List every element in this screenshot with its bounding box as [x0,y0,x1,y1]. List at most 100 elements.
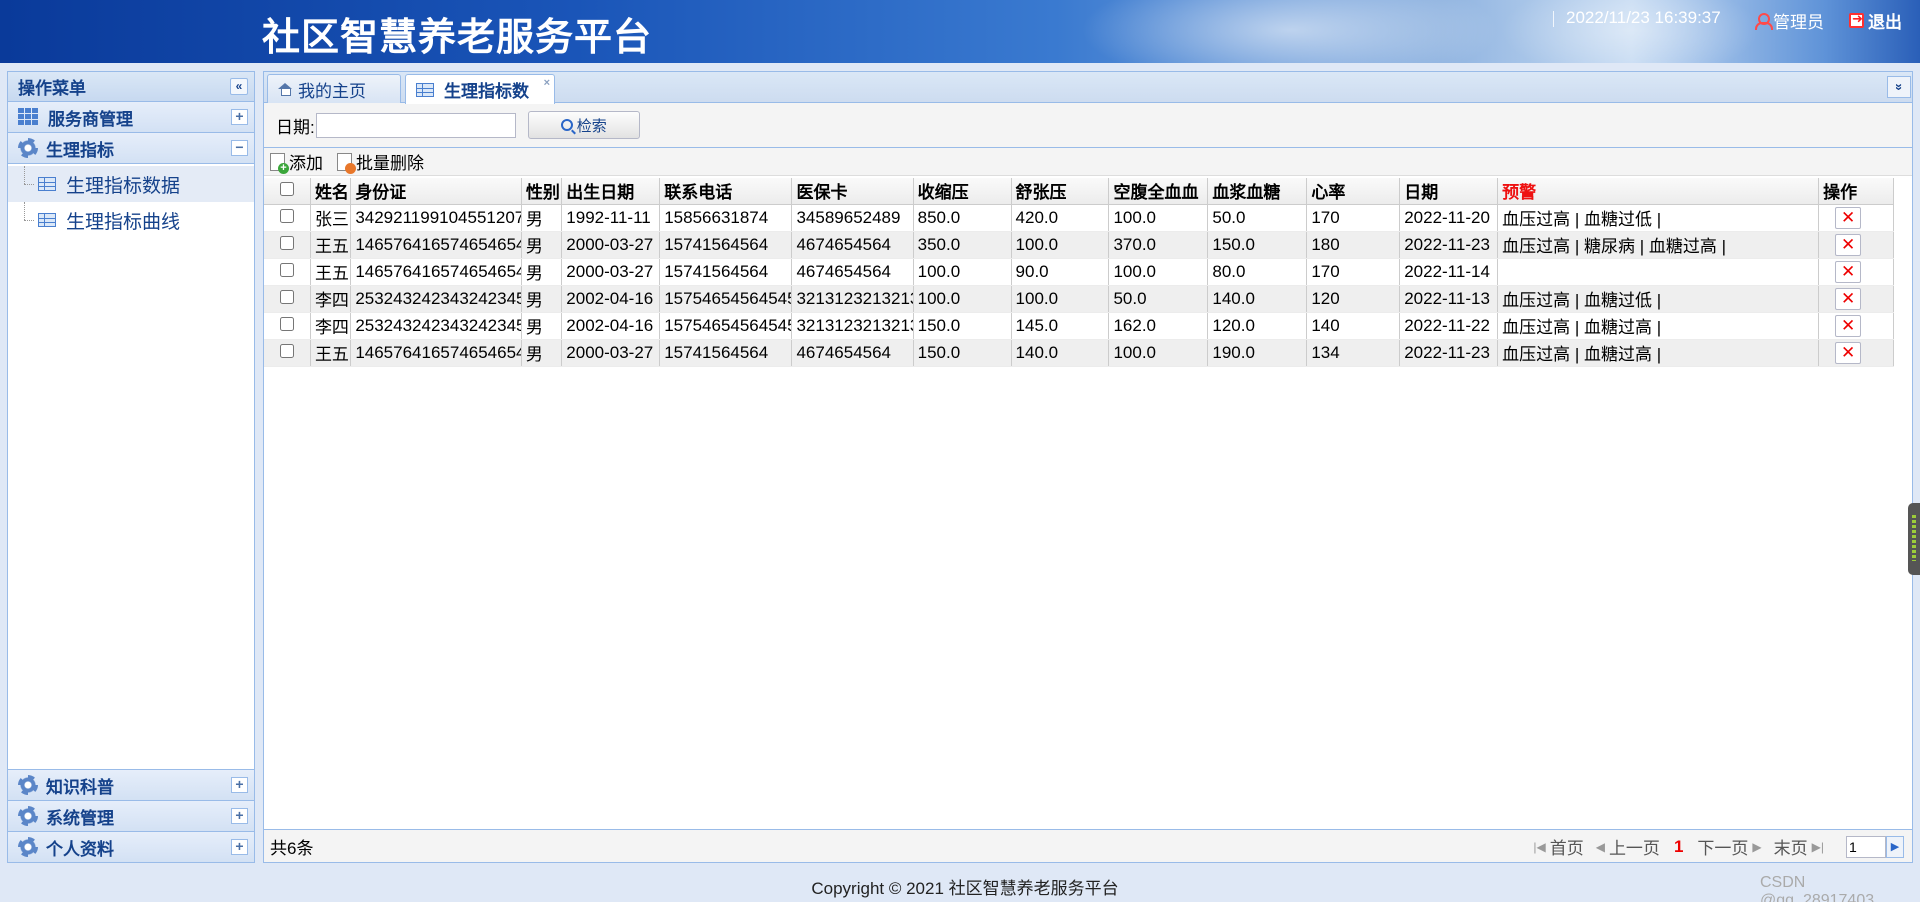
column-header[interactable]: 联系电话 [659,178,793,205]
column-header[interactable]: 心率 [1306,178,1401,205]
table-cell: 男 [521,231,563,259]
column-header[interactable]: 身份证 [350,178,522,205]
table-cell: 15754654564545 [659,285,793,313]
row-checkbox[interactable] [279,316,294,331]
sidebar-item-physio-data[interactable]: 生理指标数据 [8,166,254,202]
expand-icon[interactable]: + [231,109,248,125]
delete-row-button[interactable]: ✕ [1835,260,1862,283]
row-actions-cell: ✕ [1818,231,1894,259]
delete-row-button[interactable]: ✕ [1835,233,1862,256]
table-cell: 王五 [310,258,352,286]
go-arrow-icon[interactable]: ▶ [1886,835,1904,858]
collapse-icon[interactable]: − [231,140,248,156]
total-count: 共6条 [270,838,314,858]
sidebar-section-system[interactable]: 系统管理 + [8,800,254,831]
table-cell: 150.0 [913,339,1012,367]
grid-icon [18,108,40,126]
row-checkbox[interactable] [279,235,294,250]
first-page-link[interactable]: 首页 [1550,834,1584,859]
table-cell: 150.0 [913,312,1012,340]
batch-delete-button[interactable]: 批量删除 [337,149,424,174]
delete-document-icon [337,152,356,174]
app-title: 社区智慧养老服务平台 [262,15,653,59]
table-cell: 血压过高 | 糖尿病 | 血糖过高 | [1497,231,1820,259]
logout-label: 退出 [1868,13,1902,32]
table-row[interactable]: 张三 342921199104551207 男 1992-11-11 158566318… [264,204,1894,232]
collapse-sidebar-button[interactable]: « [230,78,248,95]
sidebar-section-knowledge[interactable]: 知识科普 + [8,769,254,800]
table-cell: 100.0 [1108,204,1209,232]
column-header[interactable]: 舒张压 [1011,178,1110,205]
table-cell: 2022-11-13 [1399,285,1499,313]
date-input[interactable] [315,112,516,138]
expand-icon[interactable]: + [231,839,248,855]
table-cell: 253243242343242345 [350,312,522,340]
page-number-input[interactable] [1846,835,1886,858]
column-header[interactable]: 空腹全血血 [1108,178,1209,205]
table-cell: 2022-11-23 [1399,339,1499,367]
expand-icon[interactable]: + [231,808,248,824]
last-page-link[interactable]: 末页 [1774,834,1808,859]
physio-table: 姓名 身份证 性别 出生日期 联系电话 医保卡 收缩压 舒张压 空腹全血血 血浆… [264,178,1894,367]
delete-row-button[interactable]: ✕ [1835,206,1862,229]
table-row[interactable]: 李四 253243242343242345 男 2002-04-16 157546545… [264,312,1894,340]
prev-page-icon: ◀ [1595,839,1605,854]
next-page-icon: ▶ [1752,839,1762,854]
delete-row-button[interactable]: ✕ [1835,287,1862,310]
row-checkbox[interactable] [279,262,294,277]
table-cell: 15741564564 [659,258,793,286]
column-header[interactable]: 收缩压 [913,178,1012,205]
column-header[interactable]: 血浆血糖 [1207,178,1308,205]
tab-physio-data[interactable]: 生理指标数 × [405,74,555,104]
table-header-row: 姓名 身份证 性别 出生日期 联系电话 医保卡 收缩压 舒张压 空腹全血血 血浆… [264,178,1894,205]
table-cell: 男 [521,285,563,313]
table-cell: 3213123213213 [791,285,914,313]
expand-icon[interactable]: + [231,777,248,793]
table-cell: 146576416574654654 [350,231,522,259]
delete-row-button[interactable]: ✕ [1835,314,1862,337]
column-header[interactable]: 日期 [1399,178,1499,205]
tab-home[interactable]: 我的主页 [267,74,401,103]
tab-menu-chevron-icon[interactable]: » [1887,76,1911,98]
table-row[interactable]: 李四 253243242343242345 男 2002-04-16 157546545… [264,285,1894,313]
table-cell: 420.0 [1011,204,1110,232]
gear-icon [18,138,38,158]
add-button[interactable]: 添加 [270,149,323,174]
column-header[interactable]: 医保卡 [791,178,914,205]
next-page-link[interactable]: 下一页 [1697,834,1748,859]
row-actions-cell: ✕ [1818,204,1894,232]
column-header[interactable]: 出生日期 [561,178,661,205]
table-cell: 162.0 [1108,312,1209,340]
row-checkbox[interactable] [279,343,294,358]
column-header[interactable]: 性别 [521,178,563,205]
user-icon [1755,13,1773,30]
table-row[interactable]: 王五 146576416574654654 男 2000-03-27 157415645… [264,258,1894,286]
admin-link[interactable]: 管理员 [1755,8,1824,33]
row-checkbox[interactable] [279,208,294,223]
table-cell: 2002-04-16 [561,312,661,340]
table-row[interactable]: 王五 146576416574654654 男 2000-03-27 157415645… [264,231,1894,259]
table-cell: 146576416574654654 [350,339,522,367]
sidebar-item-physio-curve[interactable]: 生理指标曲线 [8,202,254,238]
row-select-cell [264,258,311,286]
sidebar-section-service-providers[interactable]: 服务商管理 + [8,102,254,133]
sidebar-section-physio[interactable]: 生理指标 − [8,133,254,164]
column-header[interactable]: 姓名 [310,178,352,205]
table-cell: 男 [521,312,563,340]
logout-button[interactable]: 退出 [1849,8,1902,33]
column-header-warning[interactable]: 预警 [1497,178,1820,205]
side-scroll-handle[interactable] [1908,503,1920,575]
search-button[interactable]: 检索 [527,111,640,139]
close-icon[interactable]: × [544,77,550,89]
table-cell: 145.0 [1011,312,1110,340]
table-cell: 血压过高 | 血糖过高 | [1497,339,1820,367]
delete-row-button[interactable]: ✕ [1835,341,1862,364]
table-cell: 120.0 [1207,312,1308,340]
select-all-checkbox[interactable] [279,181,294,196]
row-checkbox[interactable] [279,289,294,304]
prev-page-link[interactable]: 上一页 [1609,834,1660,859]
sidebar-section-label: 知识科普 [46,777,114,797]
table-row[interactable]: 王五 146576416574654654 男 2000-03-27 157415645… [264,339,1894,367]
table-cell: 4674654564 [791,258,914,286]
sidebar-section-profile[interactable]: 个人资料 + [8,831,254,862]
